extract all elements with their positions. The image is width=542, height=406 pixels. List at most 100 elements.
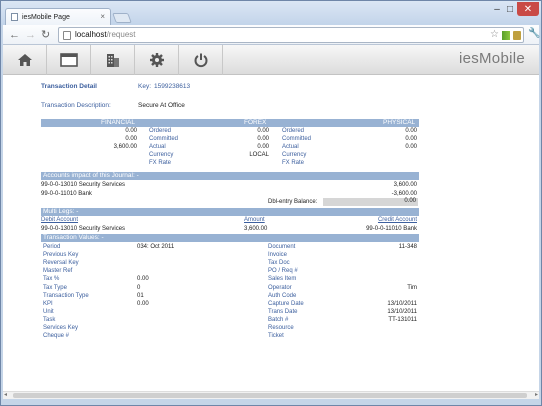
tv-left-label: KPI: [43, 300, 53, 307]
physical-value: 0.00: [405, 136, 417, 142]
home-icon: [17, 54, 32, 66]
tv-left-label: Task: [43, 316, 56, 323]
horizontal-scrollbar[interactable]: ◂ ▸: [3, 391, 539, 399]
page-viewport: iesMobile Transaction Detail Key: 159923…: [3, 45, 539, 391]
url-host: localhost: [75, 30, 107, 39]
leg-debit: 99-0-0-13010 Security Services: [41, 226, 126, 232]
financial-value: 0.00: [125, 128, 137, 134]
scroll-left-icon[interactable]: ◂: [4, 391, 7, 398]
home-button[interactable]: [3, 45, 47, 75]
key-label: Key:: [138, 83, 152, 90]
tv-right-label: Document: [268, 244, 296, 250]
browser-tab[interactable]: iesMobile Page ×: [5, 8, 111, 25]
new-tab-button[interactable]: [112, 13, 132, 23]
settings-button[interactable]: [135, 45, 179, 75]
star-icon[interactable]: ☆: [490, 29, 499, 40]
tv-right-value: TT-131011: [388, 316, 417, 323]
tab-close-icon[interactable]: ×: [100, 12, 105, 21]
scroll-right-icon[interactable]: ▸: [535, 391, 538, 398]
accounts-impact-header: Accounts impact of this Journal: -: [41, 172, 419, 180]
account-row-2: 99-0-0-11010 Bank: [41, 191, 92, 197]
multi-legs-header: Multi Legs: -: [41, 208, 419, 216]
forex-value: LOCAL: [249, 152, 269, 158]
tv-left-value: 034: Oct 2011: [137, 244, 175, 250]
tv-right-label: Invoice: [268, 252, 288, 259]
physical-value: 0.00: [405, 128, 417, 134]
leg-credit: 99-0-0-11010 Bank: [366, 226, 417, 232]
extension-icon-2[interactable]: [513, 31, 521, 40]
financial-value: 3,600.00: [113, 144, 137, 150]
building-button[interactable]: [91, 45, 135, 75]
tv-left-label: Tax Type: [43, 284, 67, 291]
tv-right-label: Capture Date: [268, 300, 304, 307]
browser-toolbar: ← → ↻ localhost/request ☆ 🔧: [3, 25, 540, 45]
description-label: Transaction Description:: [41, 102, 111, 109]
wrench-icon[interactable]: 🔧: [528, 28, 540, 39]
forex-value: 0.00: [257, 144, 269, 150]
forex-header: FOREX: [244, 119, 267, 126]
close-window-button[interactable]: ✕: [517, 2, 539, 16]
forex-label: Committed: [282, 136, 312, 142]
financial-value: 0.00: [125, 136, 137, 142]
transaction-detail-title: Transaction Detail: [41, 83, 97, 90]
building-icon: [106, 54, 119, 67]
page-icon: [63, 31, 71, 40]
browser-window: iesMobile Page × – □ ✕ ← → ↻ localhost/r…: [0, 0, 542, 406]
tv-right-label: Auth Code: [268, 292, 297, 299]
window-icon: [59, 53, 78, 67]
tv-left-label: Reversal Key: [43, 260, 79, 267]
tv-right-label: Batch #: [268, 316, 289, 323]
tv-right-label: Ticket: [268, 333, 284, 340]
forex-value: 0.00: [257, 136, 269, 142]
tv-right-label: Sales Item: [268, 276, 297, 283]
address-bar[interactable]: localhost/request ☆: [58, 27, 524, 43]
tv-right-label: Resource: [268, 325, 294, 331]
tv-left-value: 01: [137, 292, 144, 299]
extension-icon[interactable]: [502, 31, 510, 40]
brand-logo: iesMobile: [458, 50, 525, 67]
forex-value: 0.00: [257, 128, 269, 134]
reload-icon[interactable]: ↻: [41, 28, 50, 42]
tv-right-label: Trans Date: [268, 308, 298, 315]
financial-label: Currency: [149, 152, 174, 158]
tv-left-label: Previous Key: [43, 252, 79, 259]
scrollbar-thumb[interactable]: [13, 393, 527, 398]
tv-left-label: Period: [43, 244, 61, 250]
forex-label: Currency: [282, 152, 307, 158]
financial-header: FINANCIAL: [101, 119, 135, 126]
physical-header: PHYSICAL: [383, 119, 416, 126]
col-amount[interactable]: Amount: [244, 217, 265, 223]
forex-label: Actual: [282, 144, 299, 150]
col-credit-account[interactable]: Credit Account: [341, 217, 417, 223]
forex-label: FX Rate: [282, 160, 305, 166]
financial-label: Ordered: [149, 128, 172, 134]
account-amount-2: -3,600.00: [391, 191, 417, 197]
dbl-entry-value: 0.00: [323, 198, 418, 206]
transaction-content: Transaction Detail Key: 1599238613 Trans…: [41, 75, 419, 391]
power-button[interactable]: [179, 45, 223, 75]
financial-label: FX Rate: [149, 160, 172, 166]
title-bar: iesMobile Page × – □ ✕: [1, 1, 541, 25]
key-value[interactable]: 1599238613: [154, 83, 190, 90]
back-icon[interactable]: ←: [9, 28, 20, 42]
forward-icon[interactable]: →: [25, 28, 36, 42]
currency-header-band: FINANCIAL FOREX PHYSICAL: [41, 119, 419, 127]
power-icon: [194, 53, 207, 68]
financial-label: Committed: [149, 136, 179, 142]
tv-right-value: 11-348: [398, 244, 417, 250]
tv-right-value: Tim: [407, 284, 417, 291]
maximize-button[interactable]: □: [504, 2, 516, 16]
forex-label: Ordered: [282, 128, 305, 134]
app-toolbar: iesMobile: [3, 45, 539, 75]
minimize-button[interactable]: –: [491, 2, 503, 16]
tab-title: iesMobile Page: [22, 13, 70, 21]
tv-left-label: Cheque #: [43, 333, 70, 340]
tv-right-value: 13/10/2011: [387, 308, 417, 315]
tv-left-label: Master Ref: [43, 268, 73, 275]
tv-right-value: 13/10/2011: [387, 300, 417, 307]
financial-label: Actual: [149, 144, 166, 150]
col-debit-account[interactable]: Debit Account: [41, 217, 78, 223]
window-button[interactable]: [47, 45, 91, 75]
tv-left-value: 0.00: [137, 300, 149, 307]
tv-right-label: Tax Doc: [268, 260, 290, 267]
